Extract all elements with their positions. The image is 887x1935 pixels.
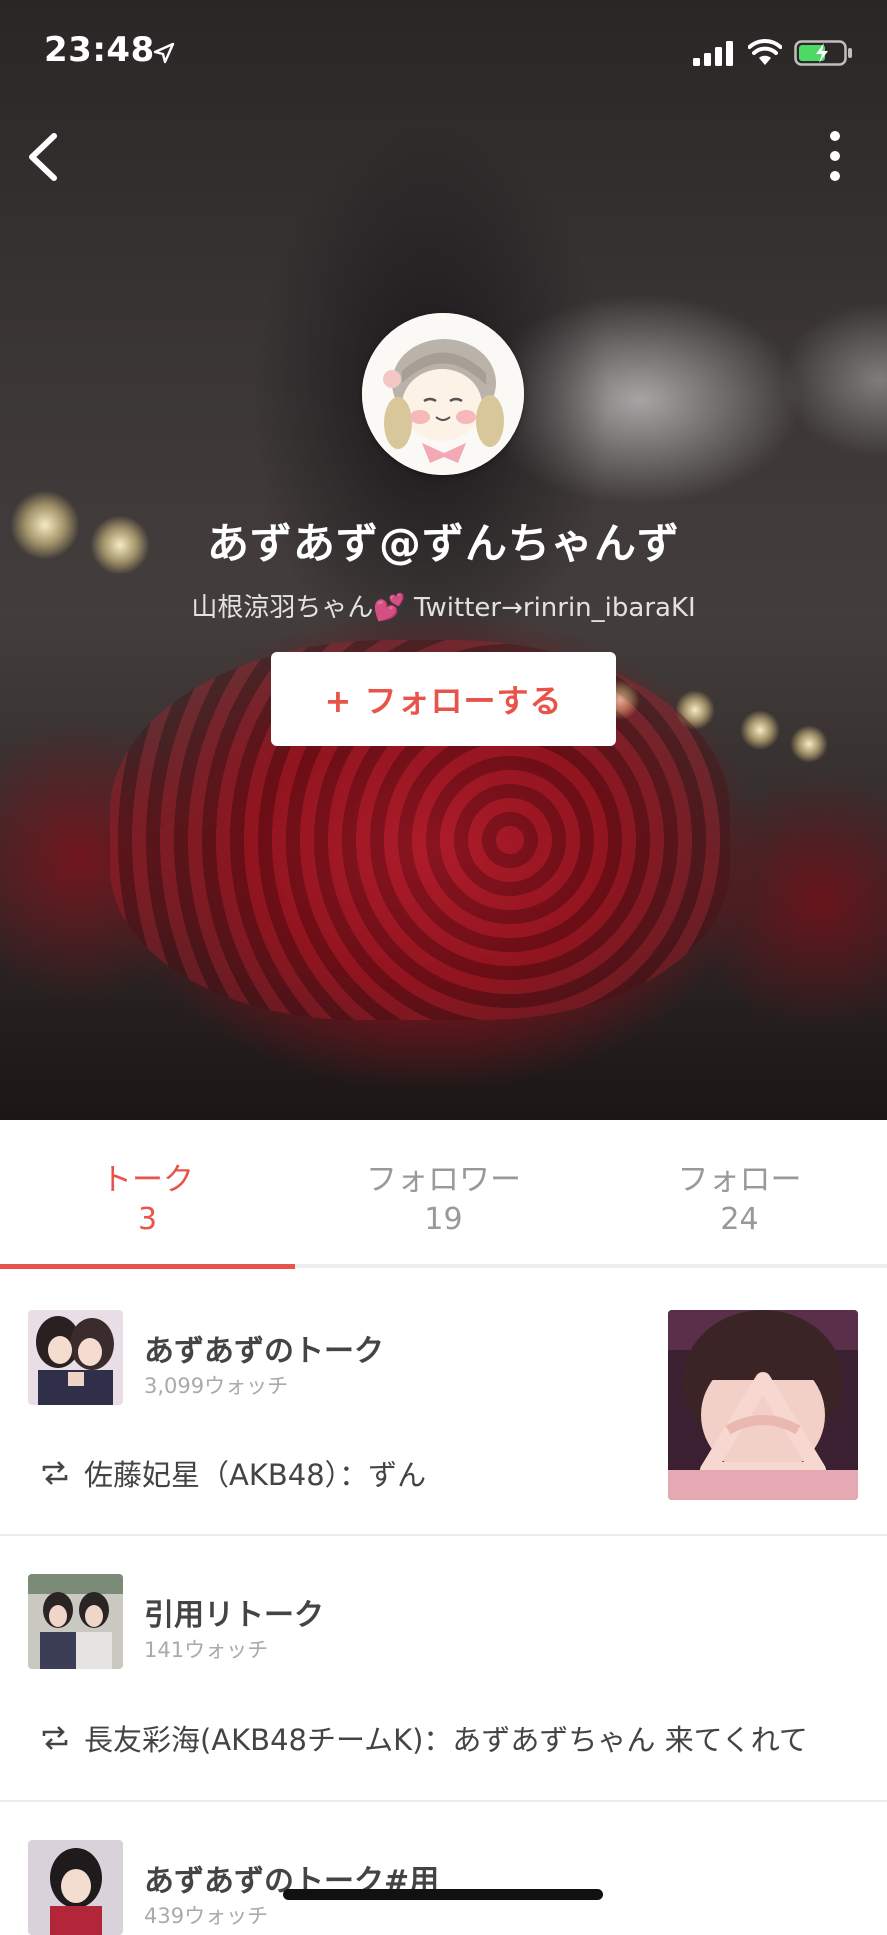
tab-count: 24	[720, 1202, 759, 1237]
talk-thumbnail	[28, 1574, 123, 1669]
active-tab-indicator	[0, 1264, 295, 1269]
wifi-icon	[747, 38, 783, 70]
list-item[interactable]: 引用リトーク 141ウォッチ 長友彩海(AKB48チームK)：あずあずちゃん 来…	[0, 1536, 887, 1802]
battery-charging-icon	[794, 40, 854, 70]
talk-thumbnail	[28, 1310, 123, 1405]
avatar[interactable]	[362, 313, 524, 475]
cellular-signal-icon	[693, 40, 737, 70]
chevron-left-icon	[29, 133, 57, 181]
tab-label: フォロワー	[366, 1162, 521, 1198]
latest-message: 佐藤妃星（AKB48）：ずん	[40, 1452, 426, 1494]
tab-count: 19	[424, 1202, 463, 1237]
watch-count: 141ウォッチ	[144, 1638, 269, 1662]
tab-label: フォロー	[677, 1162, 802, 1198]
profile-bio: 山根涼羽ちゃん💕 Twitter→rinrin_ibaraKI	[191, 593, 696, 623]
watch-count: 3,099ウォッチ	[144, 1374, 289, 1398]
list-item[interactable]: あずあずのトーク 3,099ウォッチ 佐藤妃星（AKB48）：ずん	[0, 1272, 887, 1536]
talk-preview-image[interactable]	[668, 1310, 858, 1500]
location-arrow-icon	[153, 42, 175, 68]
vertical-ellipsis-icon	[830, 131, 840, 181]
list-item[interactable]: あずあずのトーク#用 439ウォッチ	[0, 1802, 887, 1935]
latest-message-text: 長友彩海(AKB48チームK)：あずあずちゃん 来てくれて	[84, 1723, 808, 1757]
tab-followers[interactable]: フォロワー 19	[296, 1120, 591, 1272]
stage-light	[790, 725, 828, 763]
profile-name: あずあず@ずんちゃんず	[206, 519, 680, 568]
status-time: 23:48	[44, 30, 155, 70]
talk-title: 引用リトーク	[144, 1598, 324, 1633]
tab-label: トーク	[101, 1162, 194, 1198]
tab-following[interactable]: フォロー 24	[592, 1120, 887, 1272]
retalk-icon	[40, 1459, 70, 1487]
status-bar: 23:48	[0, 0, 887, 110]
profile-cover-image: 23:48 あずあず@ずんちゃんず 山根涼羽ちゃん💕 Twitter→rinri…	[0, 0, 887, 1120]
talk-title: あずあずのトーク	[144, 1334, 384, 1369]
back-button[interactable]	[22, 128, 70, 186]
more-options-button[interactable]	[820, 126, 850, 186]
tab-talk[interactable]: トーク 3	[0, 1120, 295, 1272]
retalk-icon	[40, 1724, 70, 1752]
tab-count: 3	[137, 1202, 158, 1237]
follow-button[interactable]: + フォローする	[271, 652, 616, 746]
avatar-illustration-icon	[362, 313, 524, 475]
latest-message: 長友彩海(AKB48チームK)：あずあずちゃん 来てくれて	[40, 1717, 808, 1759]
latest-message-text: 佐藤妃星（AKB48）：ずん	[84, 1458, 427, 1492]
profile-tabs: トーク 3 フォロワー 19 フォロー 24	[0, 1120, 887, 1272]
home-indicator[interactable]	[283, 1889, 603, 1900]
watch-count: 439ウォッチ	[144, 1904, 269, 1928]
stage-light	[740, 710, 780, 750]
talk-thumbnail	[28, 1840, 123, 1935]
